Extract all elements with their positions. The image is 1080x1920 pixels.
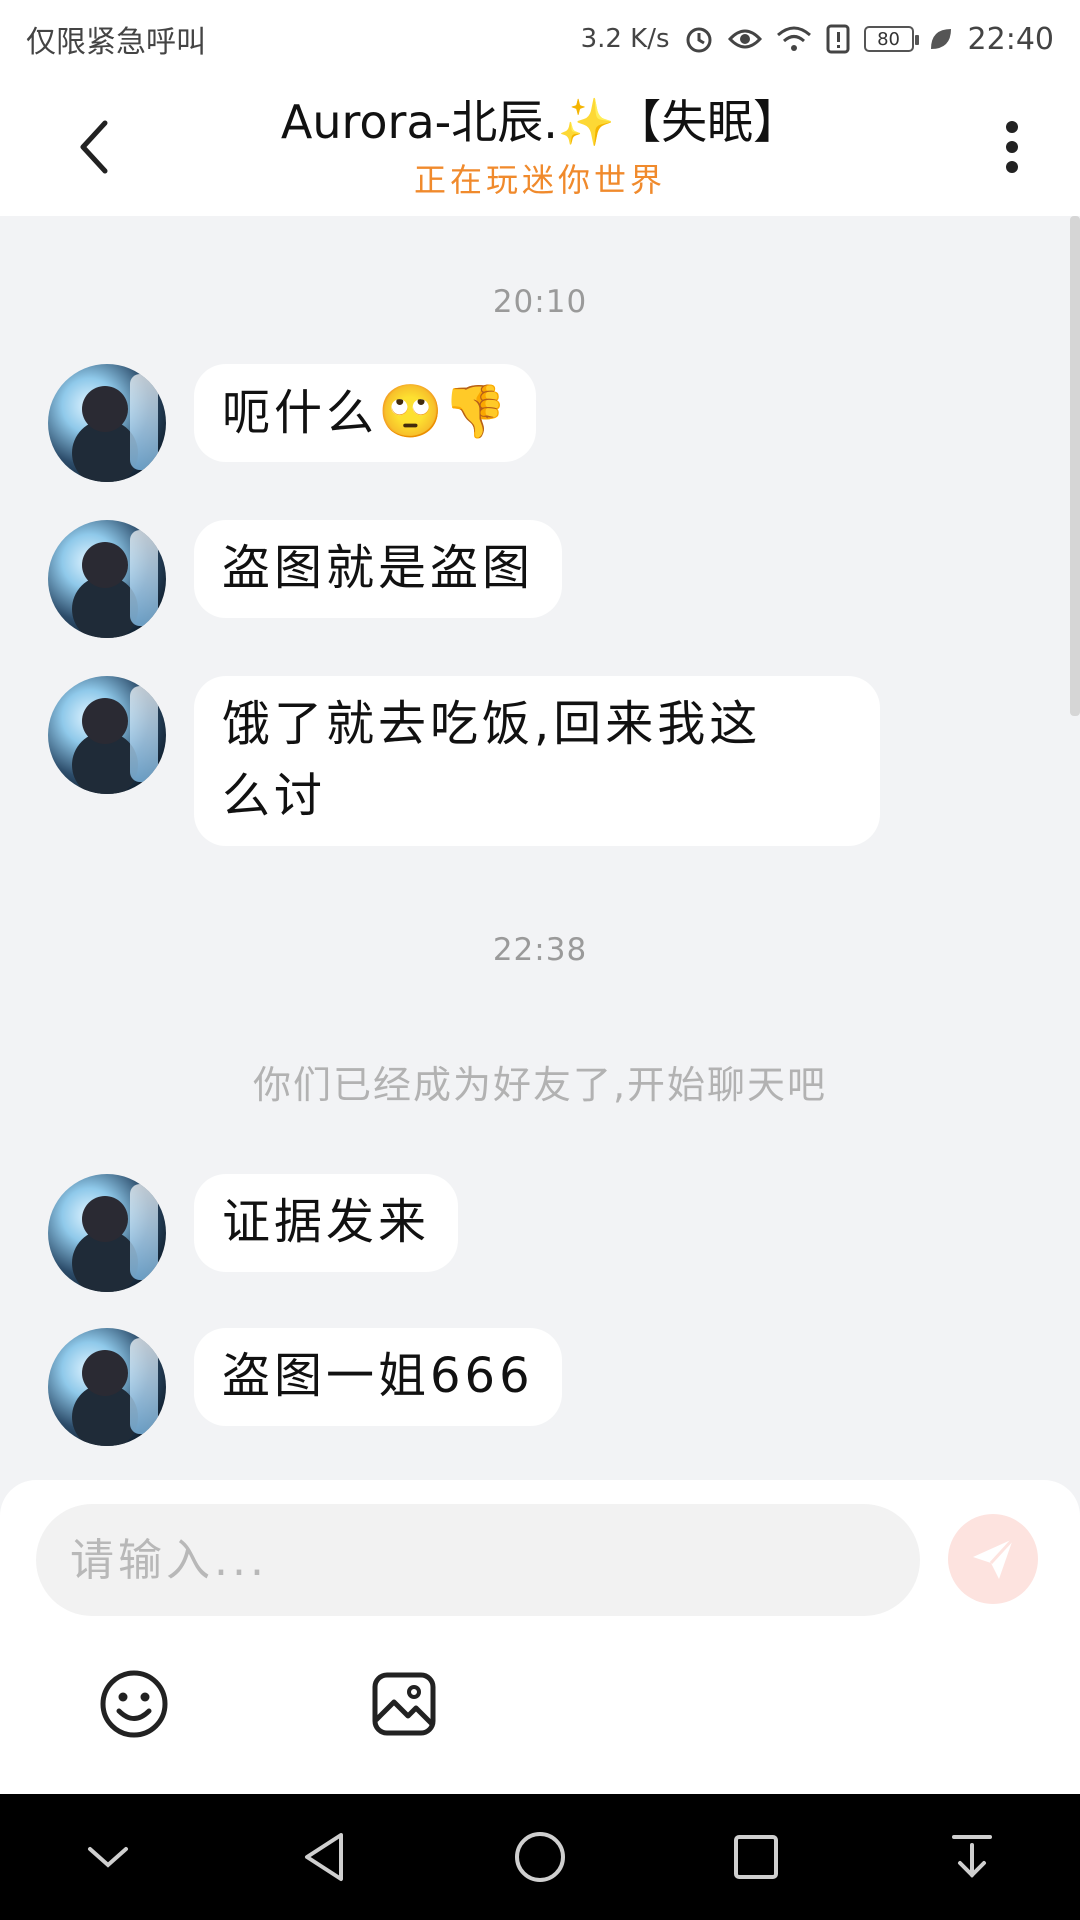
square-recents-icon	[734, 1835, 778, 1879]
nav-collapse-button[interactable]	[58, 1807, 158, 1907]
system-nav-bar	[0, 1794, 1080, 1920]
emoji-button[interactable]	[94, 1664, 174, 1744]
eye-icon	[727, 27, 762, 51]
message-row: 呃什么🙄👎	[48, 364, 536, 482]
message-bubble[interactable]: 盗图就是盗图	[194, 520, 563, 618]
send-button[interactable]	[948, 1514, 1038, 1604]
nav-back-button[interactable]	[274, 1807, 374, 1907]
message-text: 呃什么	[222, 385, 379, 441]
message-text-line: 饿了就去吃饭,回来我这	[222, 696, 762, 752]
back-button[interactable]	[60, 112, 130, 182]
message-bubble[interactable]: 证据发来	[194, 1174, 459, 1272]
avatar[interactable]	[48, 1328, 166, 1446]
message-text: 盗图一姐666	[222, 1348, 534, 1404]
message-text: 盗图就是盗图	[222, 540, 535, 596]
chevron-left-icon	[80, 120, 108, 174]
leaf-icon	[928, 26, 954, 52]
pull-down-icon	[952, 1835, 992, 1878]
timestamp: 22:38	[492, 932, 588, 968]
message-row: 饿了就去吃饭,回来我这 么讨	[48, 676, 880, 846]
chevron-down-icon	[88, 1847, 128, 1868]
message-input[interactable]	[36, 1504, 920, 1616]
scrollbar[interactable]	[1070, 216, 1080, 716]
send-icon	[973, 1537, 1015, 1579]
sim-alert-icon	[826, 24, 850, 54]
emoji-text: 🙄👎	[378, 382, 508, 442]
wifi-icon	[776, 25, 812, 53]
message-text-line: 么讨	[222, 768, 327, 824]
image-button[interactable]	[364, 1664, 444, 1744]
system-notice: 你们已经成为好友了,开始聊天吧	[252, 1063, 828, 1107]
message-row: 盗图就是盗图	[48, 520, 563, 638]
carrier-text: 仅限紧急呼叫	[26, 25, 206, 60]
avatar[interactable]	[48, 520, 166, 638]
title-block: Aurora-北辰.✨【失眠】 正在玩迷你世界	[160, 88, 920, 201]
message-row: 盗图一姐666	[48, 1328, 562, 1446]
triangle-back-icon	[305, 1833, 343, 1881]
battery-indicator: 80	[863, 26, 919, 52]
contact-name: Aurora-北辰.✨【失眠】	[280, 95, 800, 149]
avatar[interactable]	[48, 364, 166, 482]
avatar[interactable]	[48, 1174, 166, 1292]
more-vertical-icon	[1006, 121, 1018, 173]
nav-notification-button[interactable]	[922, 1807, 1022, 1907]
image-icon	[372, 1672, 436, 1736]
nav-home-button[interactable]	[490, 1807, 590, 1907]
message-list[interactable]: 20:10 呃什么🙄👎 盗图就是盗图 饿了就去吃饭,回来我这 么讨 22:38 …	[0, 216, 1080, 1480]
alarm-icon	[684, 24, 714, 54]
circle-home-icon	[515, 1832, 565, 1882]
message-bubble[interactable]: 盗图一姐666	[194, 1328, 562, 1426]
message-text: 证据发来	[222, 1194, 431, 1250]
contact-activity: 正在玩迷你世界	[413, 161, 666, 199]
chat-header: Aurora-北辰.✨【失眠】 正在玩迷你世界	[0, 78, 1080, 216]
timestamp: 20:10	[492, 284, 588, 320]
message-bubble[interactable]: 饿了就去吃饭,回来我这 么讨	[194, 676, 880, 846]
message-bubble[interactable]: 呃什么🙄👎	[194, 364, 536, 462]
clock-text: 22:40	[967, 21, 1054, 57]
status-bar: 仅限紧急呼叫 3.2 K/s 80 22:40	[0, 0, 1080, 78]
message-row: 证据发来	[48, 1174, 459, 1292]
avatar[interactable]	[48, 676, 166, 794]
more-options-button[interactable]	[984, 112, 1040, 182]
nav-recents-button[interactable]	[706, 1807, 806, 1907]
smiley-icon	[100, 1670, 168, 1738]
net-speed: 3.2 K/s	[580, 24, 670, 54]
status-icons: 3.2 K/s 80 22:40	[581, 22, 1054, 57]
composer-panel	[0, 1480, 1080, 1794]
